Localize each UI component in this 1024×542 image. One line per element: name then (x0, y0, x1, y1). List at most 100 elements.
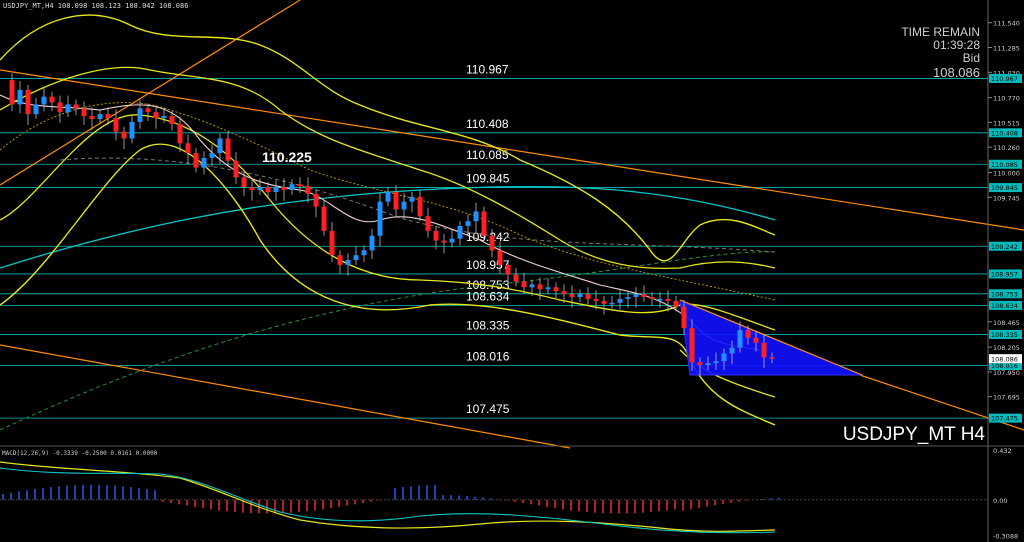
candle-bear (153, 112, 159, 119)
axis-tick-label: 111.285 (993, 45, 1020, 53)
candle-bear (25, 89, 31, 115)
candle-bull (353, 255, 359, 261)
candle-bear (441, 240, 447, 243)
candle-bear (265, 187, 271, 192)
axis-price-tag-text: 109.242 (991, 243, 1018, 251)
axis-tick-label: 109.745 (993, 194, 1020, 202)
time-remain-label: TIME REMAIN (901, 25, 980, 39)
candle-bear (177, 123, 183, 144)
candle-bear (297, 184, 303, 187)
candle-bear (321, 206, 327, 231)
axis-price-tag-text: 108.086 (991, 355, 1018, 363)
axis-price-tag-text: 110.085 (991, 161, 1018, 169)
candle-bull (257, 187, 263, 191)
candle-bear (433, 230, 439, 241)
candle-bear (505, 264, 511, 275)
level-label: 108.335 (466, 318, 510, 332)
candle-bear (9, 80, 15, 105)
candle-bear (113, 118, 119, 132)
level-label: 110.967 (466, 62, 509, 76)
candle-bull (737, 330, 743, 348)
candle-bear (193, 153, 199, 168)
candle-bull (41, 96, 47, 105)
candle-bull (457, 226, 463, 239)
axis-price-tag-text: 108.957 (991, 271, 1018, 279)
candle-bear (225, 138, 231, 161)
candle-bear (81, 108, 87, 117)
candle-bear (305, 186, 311, 194)
candle-bear (185, 143, 191, 154)
axis-tick-label: 110.000 (993, 170, 1020, 178)
candle-bear (745, 330, 751, 338)
candle-bear (329, 230, 335, 256)
candle-bear (553, 287, 559, 292)
candle-bull (97, 114, 103, 119)
axis-tick-label: 108.465 (993, 319, 1020, 327)
candle-bear (393, 191, 399, 210)
candle-bull (449, 238, 455, 243)
price-chart[interactable]: 110.967 110.408 110.085 109.845 109.242 108.9… (0, 0, 1024, 542)
candle-bear (513, 274, 519, 282)
candle-bull (529, 284, 535, 288)
candle-bear (585, 294, 591, 299)
candle-bear (57, 102, 63, 113)
candle-bear (569, 294, 575, 298)
candle-bear (49, 96, 55, 103)
candle-bull (577, 294, 583, 298)
candle-bear (425, 216, 431, 231)
candle-bear (521, 281, 527, 288)
axis-price-tag-text: 107.475 (991, 415, 1018, 423)
axis-price-tag-text: 108.335 (991, 331, 1018, 339)
candle-bear (481, 211, 487, 236)
axis-price-tag-text: 110.967 (991, 75, 1018, 83)
time-remain-value: 01:39:28 (933, 38, 980, 52)
axis-tick-label: 111.540 (993, 20, 1020, 28)
candle-bull (209, 153, 215, 158)
candle-bull (361, 250, 367, 256)
candle-bear (601, 300, 607, 304)
candle-bull (729, 347, 735, 354)
bid-value: 108.086 (933, 65, 980, 80)
candle-bear (641, 294, 647, 298)
candle-bear (241, 177, 247, 188)
candle-bear (337, 255, 343, 265)
candle-bull (17, 89, 23, 105)
candle-bear (689, 328, 695, 363)
axis-price-tag-text: 108.016 (991, 362, 1018, 370)
axis-price-tag-text: 108.634 (991, 302, 1018, 310)
axis-price-tag-text: 109.845 (991, 184, 1018, 192)
candle-bull (369, 235, 375, 251)
candle-bull (625, 297, 631, 299)
candle-bull (609, 302, 615, 305)
axis-tick-label: 107.695 (993, 394, 1020, 402)
axis-price-tag-text: 110.408 (991, 129, 1018, 137)
candle-bear (769, 357, 775, 359)
candle-bear (145, 108, 151, 113)
candle-bull (33, 104, 39, 115)
candle-bear (489, 235, 495, 251)
candle-bull (409, 196, 415, 202)
symbol-watermark: USDJPY_MT H4 (843, 424, 986, 445)
candle-bear (665, 298, 671, 301)
candle-bull (217, 138, 223, 154)
candle-bear (649, 297, 655, 299)
candle-bear (561, 291, 567, 295)
candle-bear (73, 104, 79, 109)
candle-bull (385, 191, 391, 202)
axis-tick-label: 110.770 (993, 95, 1020, 103)
candle-bull (129, 121, 135, 139)
candle-bear (89, 116, 95, 119)
candle-bull (273, 187, 279, 192)
axis-tick-label: 110.515 (993, 119, 1020, 127)
candle-bull (345, 260, 351, 265)
level-label: 109.845 (466, 172, 510, 186)
level-label: 108.634 (466, 289, 510, 303)
candle-bear (281, 187, 287, 191)
candle-bear (105, 114, 111, 119)
annotation-price: 110.225 (262, 149, 312, 165)
axis-tick-label: 107.950 (993, 369, 1020, 377)
level-label: 107.475 (466, 402, 510, 416)
candle-bear (169, 116, 175, 124)
candle-bull (473, 211, 479, 222)
chart-header: USDJPY_MT,H4 108.098 108.123 108.042 108… (3, 2, 188, 10)
